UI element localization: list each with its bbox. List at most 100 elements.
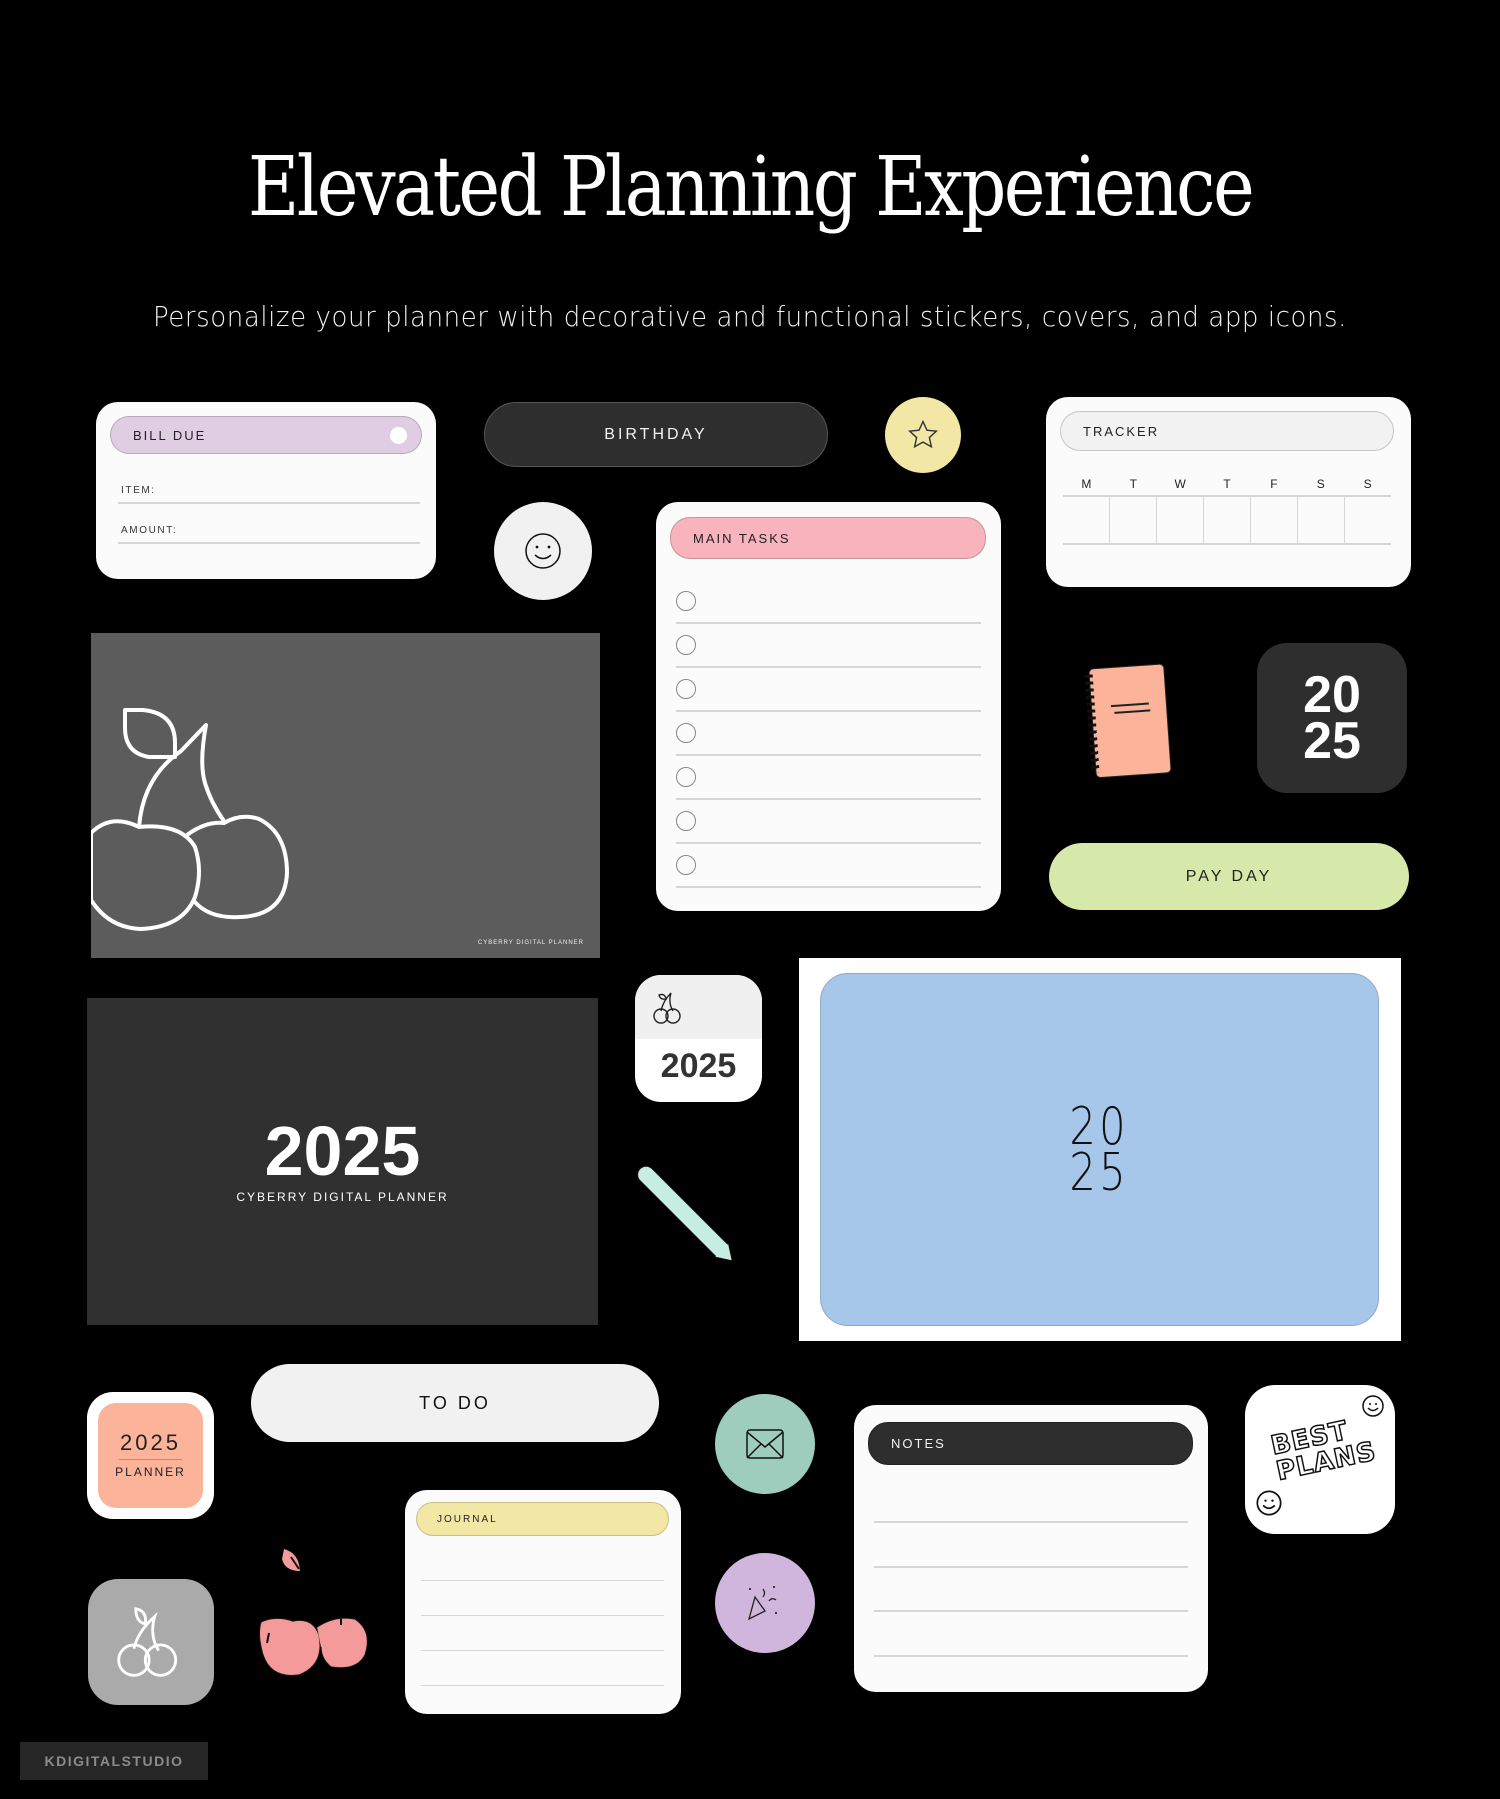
envelope-sticker[interactable]: [715, 1394, 815, 1494]
to-do-label: TO DO: [419, 1392, 491, 1413]
main-tasks-title: MAIN TASKS: [693, 530, 791, 546]
tracker-day-label: S: [1363, 477, 1372, 491]
tracker-title: TRACKER: [1083, 423, 1160, 439]
tracker-day-label: T: [1223, 477, 1231, 491]
tracker-header: TRACKER: [1060, 411, 1394, 451]
party-sticker[interactable]: [715, 1553, 815, 1653]
task-row[interactable]: [676, 800, 981, 844]
main-tasks-sticker[interactable]: MAIN TASKS: [656, 502, 1001, 911]
item-label: ITEM:: [121, 485, 156, 496]
planner-year: 2025: [120, 1430, 181, 1455]
notebook-sticker[interactable]: [1084, 663, 1172, 779]
year-tile-icon[interactable]: 20 25: [1257, 643, 1407, 793]
smiley-icon: [1256, 1490, 1282, 1516]
pay-day-label: PAY DAY: [1185, 867, 1273, 885]
tracker-day-label: F: [1270, 477, 1278, 491]
blue-cover-line2: 25: [1069, 1142, 1130, 1203]
tracker-day-cell[interactable]: [1063, 497, 1109, 543]
tracker-day-cell[interactable]: [1109, 497, 1156, 543]
cherry-year-app-icon[interactable]: 2025: [635, 975, 762, 1102]
blue-cover[interactable]: 20 25: [799, 958, 1401, 1341]
cherry-outline-icon: [91, 708, 289, 931]
task-checkbox[interactable]: [676, 679, 696, 699]
notes-header: NOTES: [868, 1422, 1193, 1465]
task-list: [676, 580, 981, 888]
main-tasks-header: MAIN TASKS: [670, 517, 986, 559]
journal-sticker[interactable]: JOURNAL: [405, 1490, 681, 1714]
planner-app-icon[interactable]: 2025 PLANNER: [87, 1392, 214, 1519]
envelope-icon: [746, 1429, 784, 1459]
task-row[interactable]: [676, 844, 981, 888]
tracker-grid: MTWTFSS: [1063, 477, 1391, 545]
planner-divider: [119, 1459, 182, 1460]
task-checkbox[interactable]: [676, 811, 696, 831]
cherries-icon: [258, 1549, 368, 1677]
task-row[interactable]: [676, 668, 981, 712]
planner-label: PLANNER: [115, 1465, 186, 1479]
tracker-day-cell[interactable]: [1344, 497, 1391, 543]
toggle-dot-icon: [390, 427, 407, 444]
bill-due-title: BILL DUE: [133, 427, 207, 443]
task-checkbox[interactable]: [676, 767, 696, 787]
cherry-cover-caption: CYBERRY DIGITAL PLANNER: [477, 940, 584, 946]
notes-line: [874, 1610, 1188, 1612]
best-plans-text: BEST PLANS: [1268, 1413, 1380, 1488]
star-sticker[interactable]: [885, 397, 961, 473]
pencil-icon: [633, 1161, 730, 1259]
tracker-day-label: M: [1081, 477, 1092, 491]
tracker-day-cell[interactable]: [1203, 497, 1250, 543]
journal-line: [421, 1650, 664, 1651]
year-tile-line2: 25: [1303, 712, 1361, 770]
brand-text: KDIGITALSTUDIO: [44, 1753, 184, 1769]
year-cover-year: 2025: [264, 1112, 421, 1190]
journal-header: JOURNAL: [416, 1502, 669, 1536]
bill-due-sticker[interactable]: BILL DUE ITEM: AMOUNT:: [96, 402, 436, 579]
task-checkbox[interactable]: [676, 591, 696, 611]
tracker-sticker[interactable]: TRACKER M T W T F S S: [1046, 397, 1411, 587]
gray-cherry-app-icon[interactable]: [88, 1579, 214, 1705]
brand-badge: KDIGITALSTUDIO: [20, 1742, 208, 1780]
task-row[interactable]: [676, 580, 981, 624]
task-row[interactable]: [676, 624, 981, 668]
blue-cover-panel: 20 25: [820, 973, 1379, 1326]
cherry-icon: [117, 1607, 178, 1677]
best-plans-sticker[interactable]: BEST PLANS: [1245, 1385, 1395, 1534]
task-checkbox[interactable]: [676, 635, 696, 655]
task-checkbox[interactable]: [676, 855, 696, 875]
smiley-icon: [525, 533, 561, 569]
item-line: [118, 502, 420, 504]
tracker-day-label: S: [1316, 477, 1325, 491]
pink-cherries-sticker[interactable]: [255, 1547, 373, 1677]
birthday-sticker[interactable]: BIRTHDAY: [484, 402, 828, 467]
notebook-icon: [1088, 663, 1172, 779]
tracker-day-cell[interactable]: [1156, 497, 1203, 543]
pay-day-sticker[interactable]: PAY DAY: [1049, 843, 1409, 910]
tracker-day-cell[interactable]: [1250, 497, 1297, 543]
pencil-sticker[interactable]: [632, 1161, 739, 1268]
party-popper-icon: [747, 1586, 777, 1621]
notes-line: [874, 1566, 1188, 1568]
task-row[interactable]: [676, 712, 981, 756]
journal-line: [421, 1685, 664, 1686]
to-do-sticker[interactable]: TO DO: [251, 1364, 659, 1442]
amount-line: [118, 542, 420, 544]
amount-label: AMOUNT:: [121, 525, 178, 536]
smiley-sticker[interactable]: [494, 502, 592, 600]
notes-sticker[interactable]: NOTES: [854, 1405, 1208, 1692]
tracker-day-label: T: [1129, 477, 1137, 491]
task-row[interactable]: [676, 756, 981, 800]
task-checkbox[interactable]: [676, 723, 696, 743]
cherry-icon: [653, 992, 681, 1024]
journal-line: [421, 1615, 664, 1616]
notes-line: [874, 1655, 1188, 1657]
cherry-year-label: 2025: [660, 1047, 737, 1085]
cherry-cover[interactable]: CYBERRY DIGITAL PLANNER: [91, 633, 600, 958]
page-title: Elevated Planning Experience: [247, 140, 1255, 235]
tracker-day-cell[interactable]: [1297, 497, 1344, 543]
bill-due-header: BILL DUE: [110, 416, 422, 454]
notes-title: NOTES: [891, 1436, 946, 1451]
star-icon: [908, 419, 938, 449]
page-subtitle: Personalize your planner with decorative…: [152, 300, 1348, 333]
year-cover-caption: CYBERRY DIGITAL PLANNER: [236, 1190, 449, 1204]
year-cover[interactable]: 2025 CYBERRY DIGITAL PLANNER: [87, 998, 598, 1325]
